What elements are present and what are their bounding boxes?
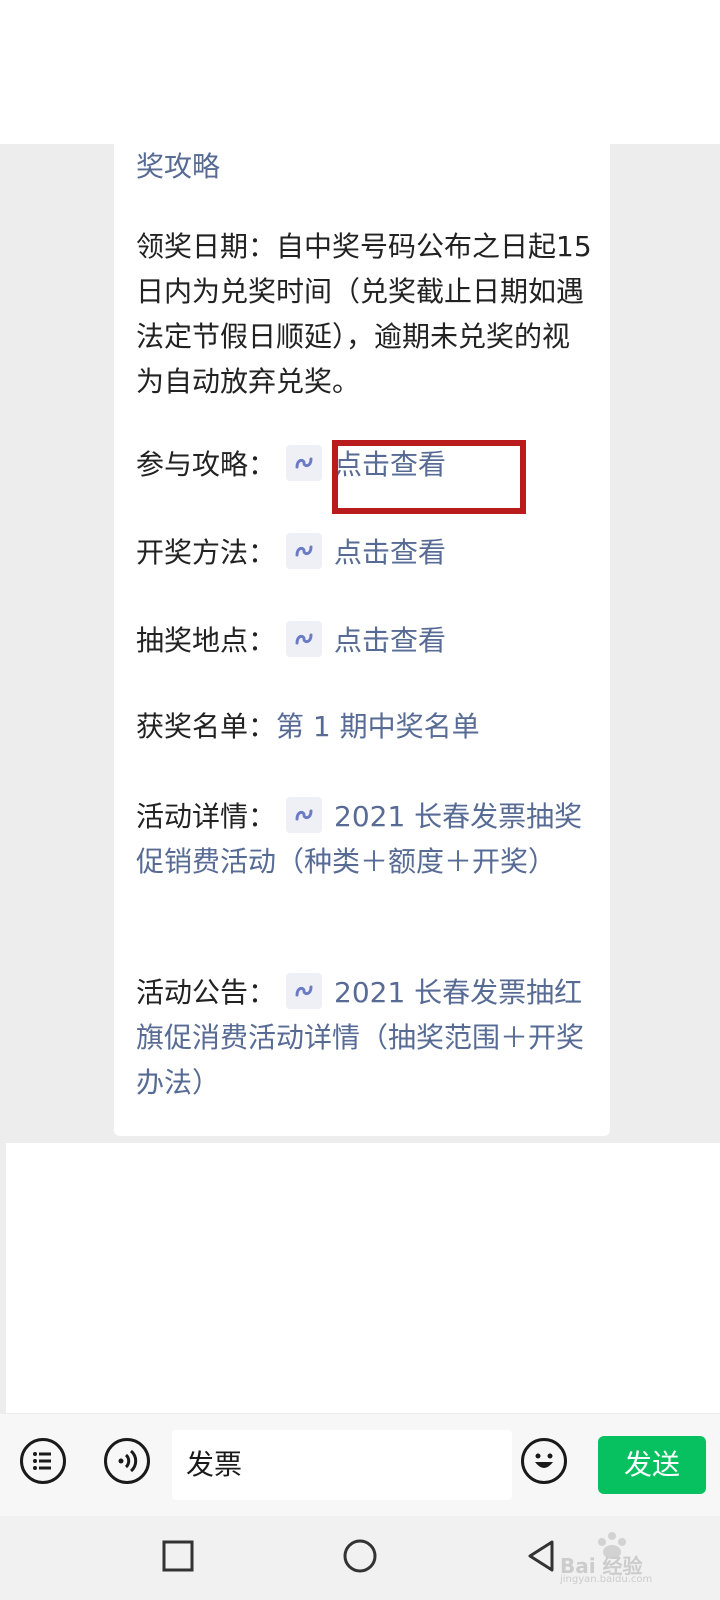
row-draw-method: 开奖方法： 点击查看: [136, 530, 606, 575]
view-link-draw-method[interactable]: 点击查看: [334, 536, 446, 569]
claim-paragraph: 领奖日期：自中奖号码公布之日起15 日内为兑奖时间（兑奖截止日期如遇法定节假日顺…: [136, 230, 592, 398]
smiley-icon: [535, 1453, 553, 1468]
mini-program-icon: [286, 797, 323, 833]
row-label: 获奖名单：: [136, 710, 277, 743]
recent-apps-icon: [162, 1540, 194, 1572]
top-blank-area: [0, 0, 720, 144]
send-button[interactable]: 发送: [598, 1436, 706, 1494]
mini-program-icon: [286, 973, 323, 1009]
row-label: 抽奖地点：: [136, 624, 277, 657]
view-link-draw-location[interactable]: 点击查看: [334, 624, 446, 657]
mini-program-icon: [286, 533, 323, 569]
row-label: 参与攻略：: [136, 448, 277, 481]
voice-button[interactable]: [104, 1438, 150, 1484]
message-input[interactable]: 发票: [172, 1430, 512, 1500]
article-fragment[interactable]: 奖攻略: [136, 144, 596, 189]
detail-paragraph: 活动详情： 2021 长春发票抽奖促销费活动（种类＋额度＋开奖）: [136, 794, 596, 884]
voice-icon: [118, 1449, 138, 1473]
row-draw-location: 抽奖地点： 点击查看: [136, 618, 606, 663]
highlight-box: [332, 440, 526, 514]
row-label: 开奖方法：: [136, 536, 277, 569]
watermark-subtext: jingyan.baidu.com: [560, 1574, 653, 1585]
back-icon: [528, 1540, 554, 1572]
home-icon: [343, 1539, 377, 1573]
blank-message-area: [6, 1143, 720, 1413]
notice-paragraph: 活动公告： 2021 长春发票抽红旗促消费活动详情（抽奖范围＋开奖办法）: [136, 970, 596, 1105]
winner-list-link[interactable]: 第 1 期中奖名单: [276, 710, 480, 743]
menu-list-button[interactable]: [20, 1438, 66, 1484]
row-winner-list: 获奖名单：第 1 期中奖名单: [136, 704, 606, 749]
mini-program-icon: [286, 621, 323, 657]
list-icon: [33, 1452, 51, 1470]
article-card: 奖攻略 领奖日期：自中奖号码公布之日起15 日内为兑奖时间（兑奖截止日期如遇法定…: [114, 144, 610, 1136]
detail-label: 活动详情：: [136, 800, 277, 833]
emoji-button[interactable]: [521, 1438, 567, 1484]
notice-label: 活动公告：: [136, 976, 277, 1009]
baidu-watermark: Bai 经验 jingyan.baidu.com: [560, 1520, 710, 1590]
mini-program-icon: [286, 445, 323, 481]
